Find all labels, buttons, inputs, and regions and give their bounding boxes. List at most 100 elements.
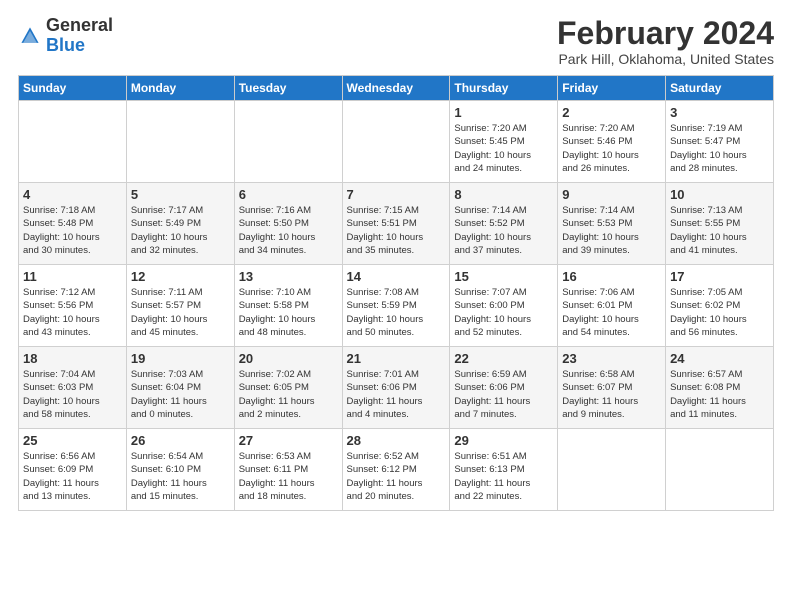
calendar-cell — [234, 101, 342, 183]
calendar-cell: 9 Sunrise: 7:14 AM Sunset: 5:53 PM Daylig… — [558, 183, 666, 265]
day-info: Sunrise: 6:52 AM Sunset: 6:12 PM Dayligh… — [347, 450, 446, 503]
day-number: 21 — [347, 351, 446, 366]
day-number: 17 — [670, 269, 769, 284]
calendar-cell: 21 Sunrise: 7:01 AM Sunset: 6:06 PM Dayli… — [342, 347, 450, 429]
day-info: Sunrise: 7:18 AM Sunset: 5:48 PM Dayligh… — [23, 204, 122, 257]
day-info: Sunrise: 7:03 AM Sunset: 6:04 PM Dayligh… — [131, 368, 230, 421]
day-info: Sunrise: 7:01 AM Sunset: 6:06 PM Dayligh… — [347, 368, 446, 421]
day-number: 27 — [239, 433, 338, 448]
day-number: 19 — [131, 351, 230, 366]
day-number: 8 — [454, 187, 553, 202]
day-number: 11 — [23, 269, 122, 284]
calendar-cell: 1Sunrise: 7:20 AM Sunset: 5:45 PM Daylig… — [450, 101, 558, 183]
day-number: 4 — [23, 187, 122, 202]
calendar-cell: 10 Sunrise: 7:13 AM Sunset: 5:55 PM Dayli… — [666, 183, 774, 265]
col-header-monday: Monday — [126, 76, 234, 101]
calendar-cell: 2Sunrise: 7:20 AM Sunset: 5:46 PM Daylig… — [558, 101, 666, 183]
calendar-cell: 11 Sunrise: 7:12 AM Sunset: 5:56 PM Dayli… — [19, 265, 127, 347]
day-number: 26 — [131, 433, 230, 448]
day-info: Sunrise: 6:54 AM Sunset: 6:10 PM Dayligh… — [131, 450, 230, 503]
calendar-cell: 8Sunrise: 7:14 AM Sunset: 5:52 PM Daylig… — [450, 183, 558, 265]
day-number: 18 — [23, 351, 122, 366]
calendar-cell: 3 Sunrise: 7:19 AM Sunset: 5:47 PM Daylig… — [666, 101, 774, 183]
week-row-4: 25Sunrise: 6:56 AM Sunset: 6:09 PM Dayli… — [19, 429, 774, 511]
calendar-cell — [666, 429, 774, 511]
day-number: 22 — [454, 351, 553, 366]
col-header-friday: Friday — [558, 76, 666, 101]
day-info: Sunrise: 7:06 AM Sunset: 6:01 PM Dayligh… — [562, 286, 661, 339]
day-info: Sunrise: 7:20 AM Sunset: 5:45 PM Dayligh… — [454, 122, 553, 175]
header: General Blue February 2024 Park Hill, Ok… — [18, 16, 774, 67]
day-info: Sunrise: 7:19 AM Sunset: 5:47 PM Dayligh… — [670, 122, 769, 175]
week-row-3: 18Sunrise: 7:04 AM Sunset: 6:03 PM Dayli… — [19, 347, 774, 429]
day-number: 29 — [454, 433, 553, 448]
calendar-cell: 22 Sunrise: 6:59 AM Sunset: 6:06 PM Dayli… — [450, 347, 558, 429]
calendar-cell — [558, 429, 666, 511]
logo-general: General — [46, 15, 113, 35]
day-info: Sunrise: 7:02 AM Sunset: 6:05 PM Dayligh… — [239, 368, 338, 421]
day-info: Sunrise: 7:17 AM Sunset: 5:49 PM Dayligh… — [131, 204, 230, 257]
day-info: Sunrise: 7:13 AM Sunset: 5:55 PM Dayligh… — [670, 204, 769, 257]
logo-icon — [18, 24, 42, 48]
logo: General Blue — [18, 16, 113, 56]
week-row-2: 11 Sunrise: 7:12 AM Sunset: 5:56 PM Dayli… — [19, 265, 774, 347]
logo-text: General Blue — [46, 16, 113, 56]
calendar-cell: 29 Sunrise: 6:51 AM Sunset: 6:13 PM Dayli… — [450, 429, 558, 511]
day-number: 15 — [454, 269, 553, 284]
day-number: 14 — [347, 269, 446, 284]
page: General Blue February 2024 Park Hill, Ok… — [0, 0, 792, 612]
day-info: Sunrise: 6:53 AM Sunset: 6:11 PM Dayligh… — [239, 450, 338, 503]
calendar-cell — [19, 101, 127, 183]
calendar-cell: 4 Sunrise: 7:18 AM Sunset: 5:48 PM Daylig… — [19, 183, 127, 265]
day-info: Sunrise: 7:12 AM Sunset: 5:56 PM Dayligh… — [23, 286, 122, 339]
day-number: 7 — [347, 187, 446, 202]
col-header-wednesday: Wednesday — [342, 76, 450, 101]
day-number: 5 — [131, 187, 230, 202]
week-row-1: 4 Sunrise: 7:18 AM Sunset: 5:48 PM Daylig… — [19, 183, 774, 265]
calendar-cell: 20 Sunrise: 7:02 AM Sunset: 6:05 PM Dayli… — [234, 347, 342, 429]
day-info: Sunrise: 7:20 AM Sunset: 5:46 PM Dayligh… — [562, 122, 661, 175]
col-header-sunday: Sunday — [19, 76, 127, 101]
day-info: Sunrise: 7:10 AM Sunset: 5:58 PM Dayligh… — [239, 286, 338, 339]
calendar-cell: 6Sunrise: 7:16 AM Sunset: 5:50 PM Daylig… — [234, 183, 342, 265]
day-info: Sunrise: 6:51 AM Sunset: 6:13 PM Dayligh… — [454, 450, 553, 503]
calendar-cell: 7Sunrise: 7:15 AM Sunset: 5:51 PM Daylig… — [342, 183, 450, 265]
day-info: Sunrise: 7:08 AM Sunset: 5:59 PM Dayligh… — [347, 286, 446, 339]
day-info: Sunrise: 7:14 AM Sunset: 5:53 PM Dayligh… — [562, 204, 661, 257]
calendar-cell: 27 Sunrise: 6:53 AM Sunset: 6:11 PM Dayli… — [234, 429, 342, 511]
day-number: 20 — [239, 351, 338, 366]
calendar-cell: 5 Sunrise: 7:17 AM Sunset: 5:49 PM Daylig… — [126, 183, 234, 265]
calendar-cell: 18Sunrise: 7:04 AM Sunset: 6:03 PM Dayli… — [19, 347, 127, 429]
day-number: 10 — [670, 187, 769, 202]
calendar-cell: 24Sunrise: 6:57 AM Sunset: 6:08 PM Dayli… — [666, 347, 774, 429]
day-number: 13 — [239, 269, 338, 284]
day-number: 28 — [347, 433, 446, 448]
title-area: February 2024 Park Hill, Oklahoma, Unite… — [557, 16, 774, 67]
day-number: 3 — [670, 105, 769, 120]
calendar-cell: 17 Sunrise: 7:05 AM Sunset: 6:02 PM Dayli… — [666, 265, 774, 347]
month-title: February 2024 — [557, 16, 774, 51]
col-header-thursday: Thursday — [450, 76, 558, 101]
day-number: 23 — [562, 351, 661, 366]
calendar-cell: 13 Sunrise: 7:10 AM Sunset: 5:58 PM Dayli… — [234, 265, 342, 347]
calendar-cell: 14 Sunrise: 7:08 AM Sunset: 5:59 PM Dayli… — [342, 265, 450, 347]
col-header-tuesday: Tuesday — [234, 76, 342, 101]
location: Park Hill, Oklahoma, United States — [557, 51, 774, 67]
day-info: Sunrise: 6:58 AM Sunset: 6:07 PM Dayligh… — [562, 368, 661, 421]
calendar-cell: 15 Sunrise: 7:07 AM Sunset: 6:00 PM Dayli… — [450, 265, 558, 347]
calendar-cell: 23 Sunrise: 6:58 AM Sunset: 6:07 PM Dayli… — [558, 347, 666, 429]
calendar-cell: 28 Sunrise: 6:52 AM Sunset: 6:12 PM Dayli… — [342, 429, 450, 511]
calendar-cell: 25Sunrise: 6:56 AM Sunset: 6:09 PM Dayli… — [19, 429, 127, 511]
day-info: Sunrise: 6:59 AM Sunset: 6:06 PM Dayligh… — [454, 368, 553, 421]
day-info: Sunrise: 6:57 AM Sunset: 6:08 PM Dayligh… — [670, 368, 769, 421]
day-number: 9 — [562, 187, 661, 202]
day-info: Sunrise: 7:07 AM Sunset: 6:00 PM Dayligh… — [454, 286, 553, 339]
day-info: Sunrise: 6:56 AM Sunset: 6:09 PM Dayligh… — [23, 450, 122, 503]
day-info: Sunrise: 7:05 AM Sunset: 6:02 PM Dayligh… — [670, 286, 769, 339]
day-number: 16 — [562, 269, 661, 284]
calendar-cell: 19 Sunrise: 7:03 AM Sunset: 6:04 PM Dayli… — [126, 347, 234, 429]
calendar-cell: 26 Sunrise: 6:54 AM Sunset: 6:10 PM Dayli… — [126, 429, 234, 511]
calendar-cell: 16 Sunrise: 7:06 AM Sunset: 6:01 PM Dayli… — [558, 265, 666, 347]
header-row: SundayMondayTuesdayWednesdayThursdayFrid… — [19, 76, 774, 101]
week-row-0: 1Sunrise: 7:20 AM Sunset: 5:45 PM Daylig… — [19, 101, 774, 183]
